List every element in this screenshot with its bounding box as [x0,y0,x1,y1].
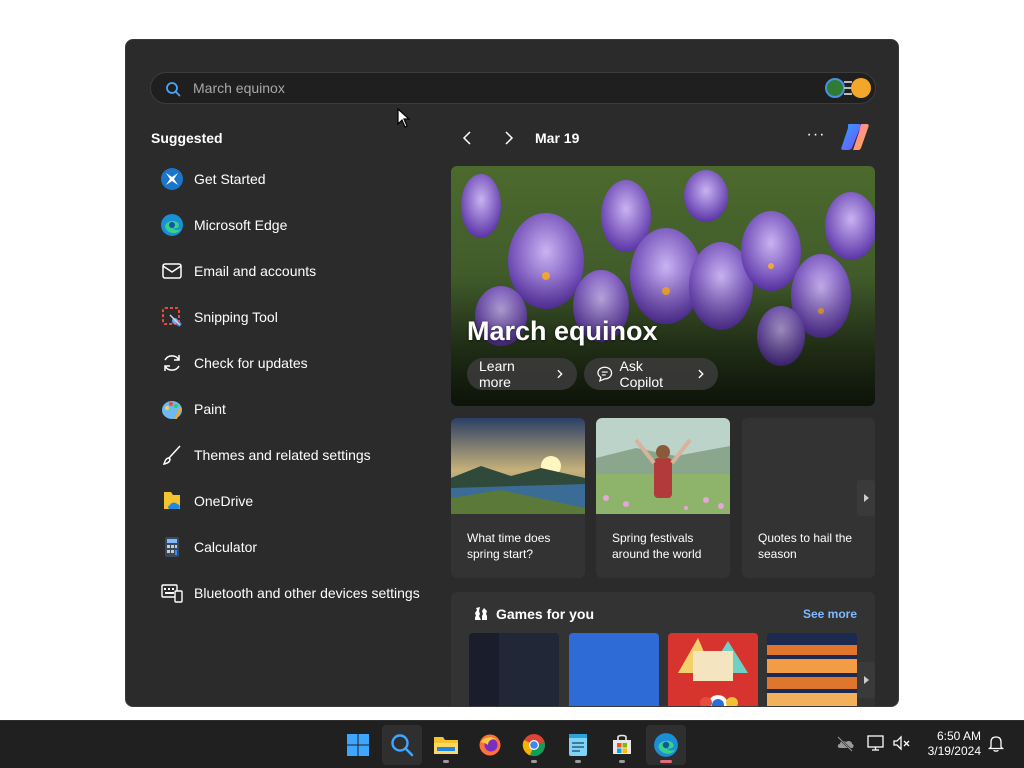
card-spring-start[interactable]: What time does spring start? [451,418,585,578]
next-day-button[interactable] [498,128,518,148]
edge-icon [160,213,184,237]
file-explorer-icon [434,737,458,754]
taskbar-store[interactable] [602,725,642,765]
taskbar-start-button[interactable] [338,725,378,765]
running-indicator [531,760,537,763]
game-art-image [767,633,857,706]
suggested-item-snipping-tool[interactable]: Snipping Tool [150,294,430,340]
suggested-item-themes[interactable]: Themes and related settings [150,432,430,478]
copilot-icon[interactable] [839,122,871,152]
onedrive-icon [160,489,184,513]
notifications-bell-icon[interactable] [986,733,1006,753]
suggested-item-paint[interactable]: Paint [150,386,430,432]
brush-icon [160,443,184,467]
card-spring-festivals[interactable]: Spring festivals around the world [596,418,730,578]
card-title: Spring festivals around the world [612,531,702,561]
taskbar-notepad[interactable] [558,725,598,765]
caret-right-icon [864,494,869,502]
game-tile[interactable] [569,633,659,706]
chat-icon [597,366,613,382]
running-indicator [575,760,581,763]
more-options-button[interactable]: ··· [806,127,826,148]
game-art-image [668,633,758,706]
games-section: Games for you See more [451,592,875,706]
calculator-icon [160,535,184,559]
hero-title: March equinox [467,316,658,346]
start-icon [347,734,369,756]
suggested-item-bluetooth-devices[interactable]: Bluetooth and other devices settings [150,570,430,616]
chrome-icon [522,734,545,757]
taskbar-firefox[interactable] [470,725,510,765]
ask-copilot-button[interactable]: Ask Copilot [584,358,718,390]
game-tile[interactable] [469,633,559,706]
sunrise-landscape-image [451,418,585,514]
chevron-right-icon [557,369,564,379]
games-title: Games for you [496,606,595,622]
taskbar: 6:50 AM 3/19/2024 [0,720,1024,768]
search-icon [391,734,414,757]
search-input[interactable] [193,73,793,103]
network-icon[interactable] [866,733,886,753]
suggested-item-email-accounts[interactable]: Email and accounts [150,248,430,294]
suggested-item-get-started[interactable]: Get Started [150,156,430,202]
edge-icon [654,733,678,757]
suggested-list: Get Started Microsoft Edge Email and acc… [150,156,430,616]
learn-more-label: Learn more [479,358,515,390]
taskbar-search-button[interactable] [382,725,422,765]
volume-muted-icon[interactable] [892,733,912,753]
taskbar-file-explorer[interactable] [426,725,466,765]
suggested-item-calculator[interactable]: Calculator [150,524,430,570]
date-label: Mar 19 [535,130,580,146]
caret-right-icon [864,676,869,684]
chevron-right-icon [698,369,705,379]
suggested-item-check-updates[interactable]: Check for updates [150,340,430,386]
devices-icon [160,581,184,605]
card-quotes[interactable]: Quotes to hail the season [742,418,875,578]
card-title: Quotes to hail the season [758,531,853,561]
search-panel: Suggested Get Started Microsoft Edge Ema… [125,39,899,707]
taskbar-chrome[interactable] [514,725,554,765]
clock-date: 3/19/2024 [927,744,981,758]
game-tile[interactable] [668,633,758,706]
search-icon [166,82,181,97]
snipping-tool-icon [160,305,184,329]
paint-icon [160,397,184,421]
refresh-icon [160,351,184,375]
search-highlight-icon[interactable] [825,76,871,100]
hero-card[interactable]: March equinox Learn more Ask Copilot [451,166,875,406]
onedrive-offline-icon[interactable] [835,733,855,753]
search-box[interactable] [150,72,876,104]
scroll-right-button[interactable] [857,480,875,516]
games-scroll-right-button[interactable] [857,662,875,698]
clock-time: 6:50 AM [936,729,981,743]
games-icon [475,607,487,620]
game-tile[interactable] [767,633,857,706]
see-more-link[interactable]: See more [803,607,857,621]
taskbar-clock[interactable]: 6:50 AM 3/19/2024 [928,729,981,759]
running-indicator [443,760,449,763]
previous-day-button[interactable] [458,128,478,148]
running-indicator [619,760,625,763]
get-started-icon [160,167,184,191]
learn-more-button[interactable]: Learn more [467,358,577,390]
store-icon [613,734,631,754]
suggested-item-microsoft-edge[interactable]: Microsoft Edge [150,202,430,248]
firefox-icon [479,734,501,756]
notepad-icon [569,734,587,756]
card-title: What time does spring start? [467,531,551,561]
mail-icon [160,259,184,283]
suggested-heading: Suggested [151,130,223,146]
taskbar-edge[interactable] [646,725,686,765]
running-indicator [660,760,672,763]
suggested-item-onedrive[interactable]: OneDrive [150,478,430,524]
ask-copilot-label: Ask Copilot [619,358,664,390]
mouse-cursor-icon [397,108,411,128]
woman-in-field-image [596,418,730,514]
